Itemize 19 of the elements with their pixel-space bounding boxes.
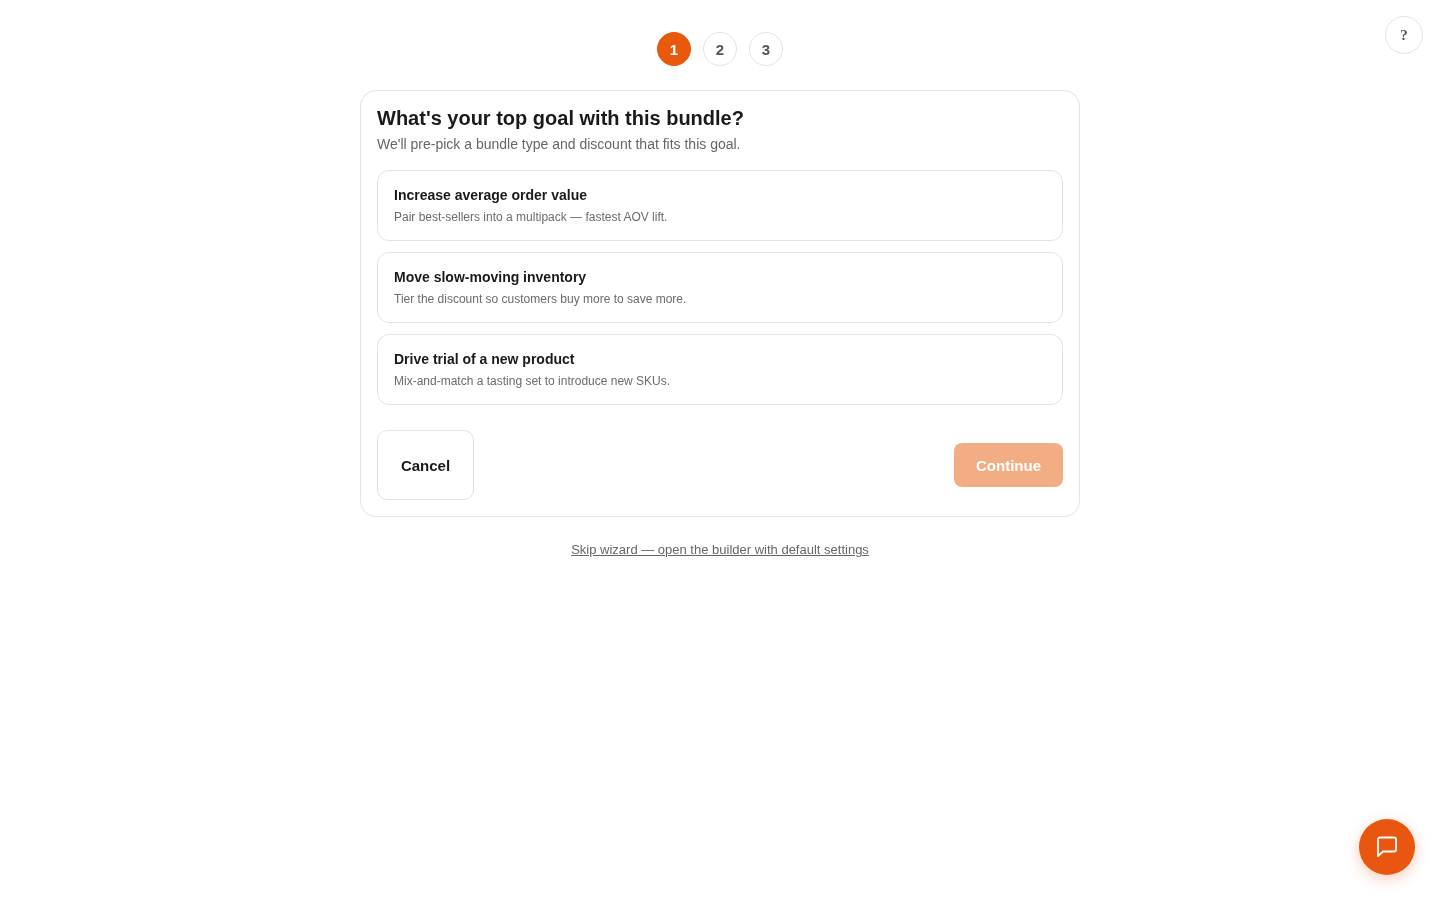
option-description: Mix-and-match a tasting set to introduce new SKUs. bbox=[394, 373, 671, 389]
step-indicator: 2 bbox=[703, 32, 737, 66]
chat-bubble-icon bbox=[1376, 836, 1398, 858]
option-description: Pair best-sellers into a multipack — fastest AOV lift. bbox=[394, 209, 668, 225]
option-title: Increase average order value bbox=[394, 186, 587, 204]
goal-option[interactable]: Increase average order value Pair best-sellers into a multipack — fastest AOV lift. bbox=[377, 170, 1063, 241]
card-subtitle: We'll pre-pick a bundle type and discount that fits this goal. bbox=[377, 135, 741, 153]
step-indicator: 1 bbox=[657, 32, 691, 66]
chat-button[interactable] bbox=[1359, 819, 1415, 875]
option-title: Drive trial of a new product bbox=[394, 350, 575, 368]
cancel-button[interactable]: Cancel bbox=[377, 430, 474, 500]
option-title: Move slow-moving inventory bbox=[394, 268, 587, 286]
help-button[interactable]: ? bbox=[1385, 16, 1423, 54]
skip-wizard-link[interactable]: Skip wizard — open the builder with default settings bbox=[571, 542, 869, 557]
step-indicator: 3 bbox=[749, 32, 783, 66]
goal-option[interactable]: Move slow-moving inventory Tier the discount so customers buy more to save more. bbox=[377, 252, 1063, 323]
goal-option[interactable]: Drive trial of a new product Mix-and-match a tasting set to introduce new SKUs. bbox=[377, 334, 1063, 405]
option-description: Tier the discount so customers buy more to save more. bbox=[394, 291, 687, 307]
card-title: What's your top goal with this bundle? bbox=[377, 106, 744, 131]
